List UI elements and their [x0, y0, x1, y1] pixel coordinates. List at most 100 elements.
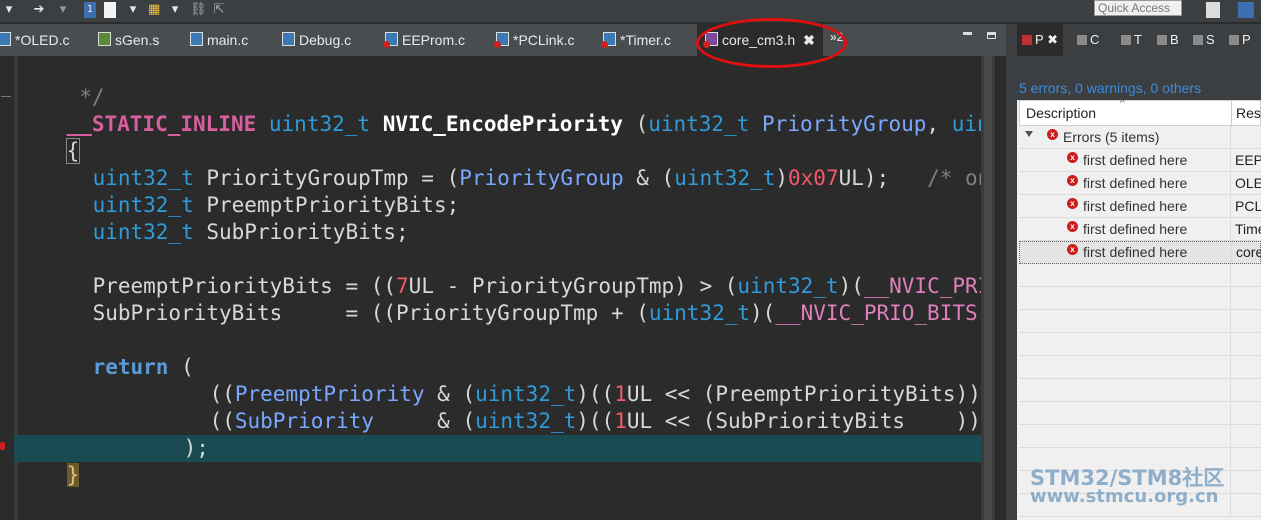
column-separator — [1230, 149, 1231, 172]
code-line: { — [16, 111, 81, 164]
code-editor[interactable]: */ __STATIC_INLINE uint32_t NVIC_EncodeP… — [16, 56, 981, 520]
panel-tab-bar: P ✖ C T B S P — [1017, 24, 1261, 56]
problems-icon — [1022, 35, 1032, 45]
column-separator — [1230, 333, 1231, 356]
export-icon[interactable]: ⇱ — [212, 2, 226, 18]
code-line: return ( — [42, 327, 194, 379]
column-separator — [1230, 356, 1231, 379]
c-file-error-icon — [494, 32, 509, 48]
table-row[interactable]: x first defined here EEPr — [1019, 149, 1261, 172]
error-icon: x — [1067, 221, 1078, 232]
tab-pclink-c[interactable]: *PCLink.c — [494, 24, 575, 56]
code-type: uint32_t — [475, 409, 577, 433]
error-icon: x — [1067, 152, 1078, 163]
table-header: ^ Description Reso — [1019, 98, 1261, 127]
code-text: SubPriorityBits = ((PriorityGroupTmp + ( — [92, 301, 649, 325]
tab-console[interactable]: C — [1077, 24, 1099, 56]
code-type: uint32_t — [648, 301, 751, 325]
code-line: ((PreemptPriority & (uint32_t)((1UL << (… — [159, 354, 981, 406]
column-separator — [1230, 494, 1231, 517]
code-line: ); — [133, 408, 209, 460]
expand-triangle-icon[interactable] — [1025, 131, 1033, 137]
collapse-icon[interactable] — [1, 96, 11, 97]
forward-arrow-icon[interactable]: ➔ — [30, 2, 48, 18]
problems-table: ^ Description Reso x Errors (5 items) x … — [1017, 98, 1261, 520]
sort-icon: ^ — [1120, 98, 1125, 109]
code-text: , — [926, 112, 952, 136]
tab-eeprom-c[interactable]: EEProm.c — [383, 24, 465, 56]
column-separator — [1230, 287, 1231, 310]
code-text: SubPriorityBits; — [193, 220, 409, 244]
column-separator — [1230, 471, 1231, 494]
code-brace: } — [66, 463, 80, 487]
tab-label: *OLED.c — [15, 32, 70, 48]
scrollbar-thumb[interactable] — [984, 56, 992, 520]
binary-icon[interactable]: 1 — [84, 2, 96, 18]
table-row[interactable]: x first defined here Time — [1019, 218, 1261, 241]
tab-problems[interactable]: P ✖ — [1017, 24, 1063, 56]
column-header-resource[interactable]: Reso — [1236, 105, 1261, 121]
empty-row — [1019, 356, 1261, 379]
tab-properties[interactable]: P — [1229, 24, 1251, 56]
table-row-selected[interactable]: x first defined here core — [1019, 241, 1261, 265]
tab-label: B — [1170, 32, 1179, 47]
close-icon[interactable]: ✖ — [1047, 32, 1058, 47]
tab-tasks[interactable]: T — [1121, 24, 1142, 56]
code-text: (( — [209, 409, 235, 433]
code-line: __STATIC_INLINE uint32_t NVIC_EncodePrio… — [16, 84, 981, 136]
column-separator — [1230, 448, 1231, 471]
error-icon: x — [1067, 175, 1078, 186]
error-icon: x — [1067, 198, 1078, 209]
empty-row — [1019, 333, 1261, 356]
column-separator — [1230, 126, 1231, 149]
code-line: uint32_t PriorityGroupTmp = (PriorityGro… — [42, 138, 981, 190]
row-description: first defined here — [1083, 152, 1188, 168]
dropdown-arrow-icon[interactable]: ▾ — [128, 2, 138, 18]
code-text: ); — [183, 436, 209, 460]
minimize-icon[interactable] — [963, 32, 972, 35]
row-description: first defined here — [1083, 221, 1188, 237]
tab-label: *Timer.c — [620, 32, 671, 48]
code-text: UL); — [838, 166, 928, 190]
maximize-icon[interactable] — [987, 32, 996, 39]
row-resource: core — [1236, 244, 1261, 260]
dropdown-arrow-icon[interactable]: ▾ — [4, 2, 14, 18]
empty-row — [1019, 310, 1261, 333]
code-type: uint32_t — [674, 166, 776, 190]
console-icon — [1077, 35, 1087, 45]
error-group-row[interactable]: x Errors (5 items) — [1019, 126, 1261, 149]
editor-scrollbar[interactable] — [981, 56, 995, 520]
tab-search[interactable]: S — [1193, 24, 1215, 56]
tab-timer-c[interactable]: *Timer.c — [601, 24, 671, 56]
column-separator — [1230, 195, 1231, 218]
tab-label: S — [1206, 32, 1215, 47]
column-separator[interactable] — [1231, 101, 1232, 127]
column-header-description[interactable]: Description — [1026, 105, 1096, 121]
tab-oled-c[interactable]: *OLED.c — [0, 24, 69, 56]
dropdown-arrow-icon[interactable]: ▾ — [170, 2, 180, 18]
grid-icon[interactable]: ▦ — [148, 2, 160, 18]
c-perspective-icon[interactable] — [1238, 2, 1254, 18]
c-file-error-icon — [383, 32, 398, 48]
tab-label: P — [1242, 32, 1251, 47]
table-row[interactable]: x first defined here OLE — [1019, 172, 1261, 195]
row-resource: OLE — [1235, 175, 1261, 191]
tab-sgen-s[interactable]: sGen.s — [98, 24, 159, 56]
quick-access-input[interactable]: Quick Access — [1094, 0, 1182, 16]
code-text: )(( — [576, 409, 615, 433]
panel-divider[interactable] — [1006, 24, 1017, 520]
code-type: uint32_t — [92, 220, 194, 244]
dropdown-arrow-icon[interactable]: ▾ — [58, 2, 68, 18]
tab-label: *PCLink.c — [513, 32, 575, 48]
tab-label: C — [1090, 32, 1100, 47]
table-row[interactable]: x first defined here PCLi — [1019, 195, 1261, 218]
tab-main-c[interactable]: main.c — [190, 24, 248, 56]
link-icon[interactable]: ⛓ — [190, 2, 207, 18]
tab-debug-c[interactable]: Debug.c — [282, 24, 351, 56]
code-number: 0x07 — [788, 166, 839, 190]
tab-build[interactable]: B — [1157, 24, 1179, 56]
code-keyword: return — [92, 355, 169, 379]
new-file-icon[interactable] — [104, 2, 116, 18]
perspective-icon[interactable] — [1206, 2, 1220, 18]
column-separator — [1230, 425, 1231, 448]
